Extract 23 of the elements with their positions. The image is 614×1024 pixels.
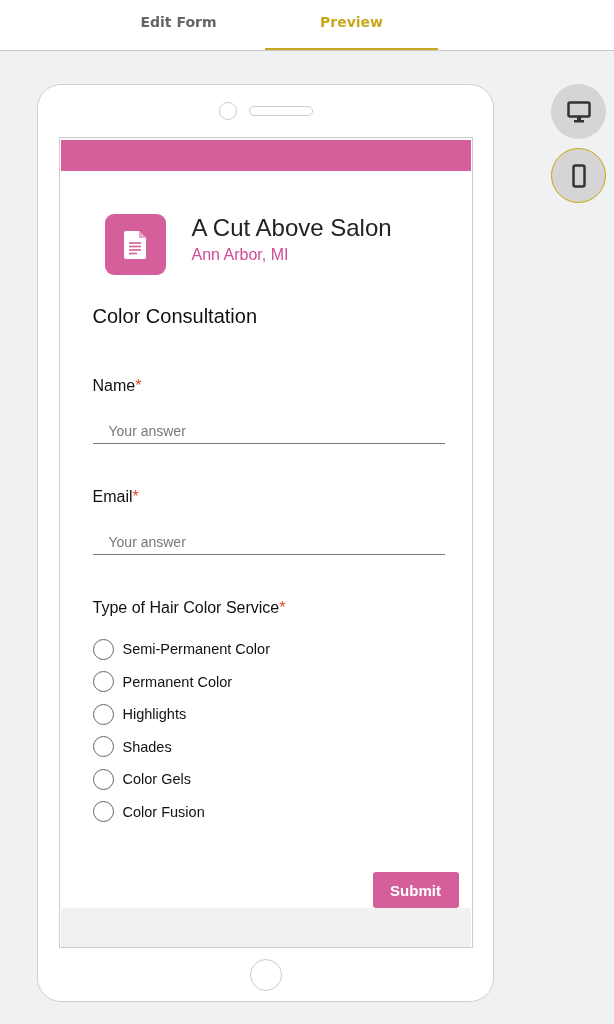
- option-label: Color Gels: [122, 771, 191, 788]
- monitor-icon: [566, 100, 591, 123]
- form-heading: Color Consultation: [92, 304, 259, 328]
- required-mark: *: [132, 488, 139, 505]
- answer-field[interactable]: Your answer: [92, 419, 445, 444]
- option-label: Shades: [122, 738, 172, 755]
- option-label: Highlights: [122, 706, 187, 723]
- required-mark: *: [279, 599, 286, 616]
- question-label: Name: [92, 377, 136, 394]
- form-title: A Cut Above Salon: [191, 213, 392, 242]
- question-label: Type of Hair Color Service: [92, 599, 280, 616]
- option-label: Permanent Color: [122, 673, 233, 690]
- answer-field[interactable]: Your answer: [92, 530, 445, 555]
- document-icon: [104, 214, 166, 275]
- tab[interactable]: Edit Form: [92, 0, 265, 50]
- tab[interactable]: Preview: [265, 0, 438, 50]
- phone-icon: [571, 163, 586, 188]
- option-label: Semi-Permanent Color: [122, 641, 270, 658]
- form-subtitle: Ann Arbor, MI: [191, 245, 290, 264]
- question-label: Email: [92, 488, 133, 505]
- submit-button[interactable]: Submit: [372, 872, 459, 908]
- required-mark: *: [135, 377, 142, 394]
- option-label: Color Fusion: [122, 803, 205, 820]
